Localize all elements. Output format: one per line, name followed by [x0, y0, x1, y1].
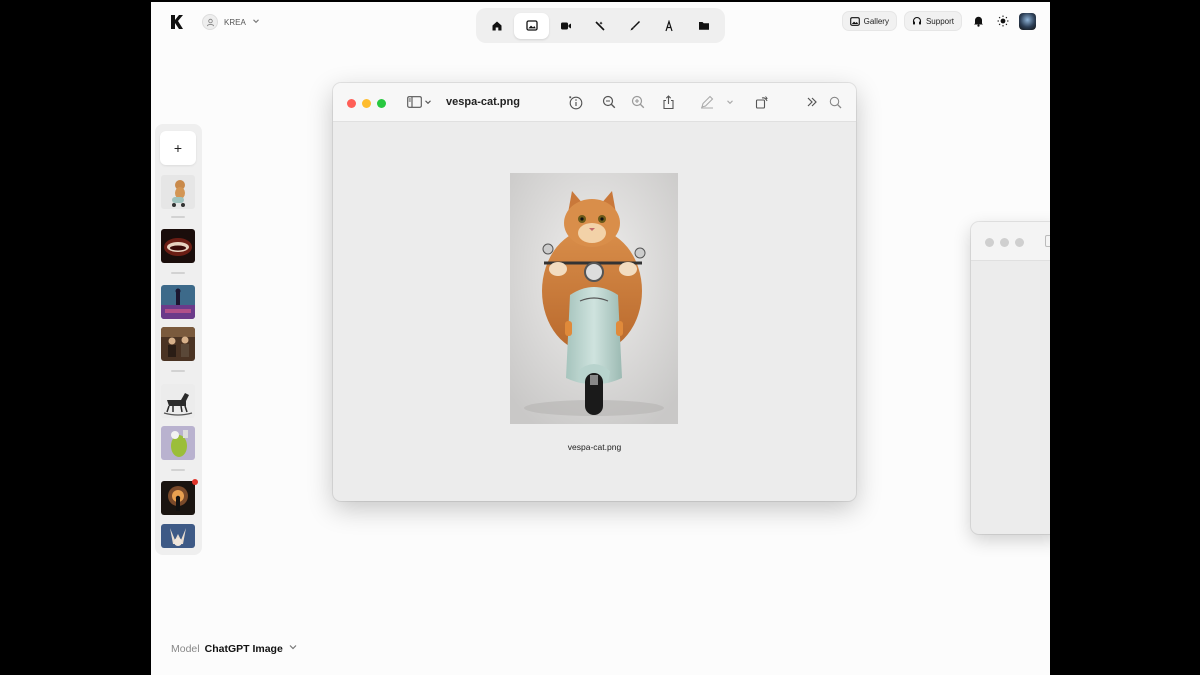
home-icon	[492, 21, 502, 30]
home-button[interactable]	[480, 13, 514, 39]
close-window-button[interactable]	[347, 99, 356, 108]
gallery-label: Gallery	[863, 16, 889, 26]
enhance-mode-button[interactable]	[583, 13, 617, 39]
preview-window: vespa-cat.png vespa-cat.png	[333, 83, 856, 501]
markup-options-chevron[interactable]	[725, 94, 735, 110]
separator	[171, 216, 185, 218]
sidebar-toggle-button[interactable]	[406, 94, 422, 110]
gallery-button[interactable]: Gallery	[841, 11, 897, 31]
sidebar-options-chevron[interactable]	[423, 94, 433, 110]
mode-toolbar	[476, 8, 725, 43]
chevron-down-icon	[288, 642, 298, 655]
sidebar-icon[interactable]	[1045, 235, 1050, 247]
rotate-button[interactable]	[754, 94, 770, 110]
folder-icon	[698, 22, 709, 30]
separator	[171, 272, 185, 274]
notifications-button[interactable]	[969, 12, 987, 30]
zoom-window-button[interactable]	[377, 99, 386, 108]
preview-filename: vespa-cat.png	[446, 96, 520, 108]
chevron-down-icon	[727, 100, 733, 105]
preview-titlebar: vespa-cat.png	[333, 83, 856, 122]
edit-mode-button[interactable]	[618, 13, 652, 39]
zoom-in-button[interactable]	[630, 94, 646, 110]
zoom-out-button[interactable]	[601, 94, 617, 110]
user-group-icon	[202, 14, 218, 30]
model-selector[interactable]: Model ChatGPT Image	[171, 642, 298, 655]
thumbnail-purple-landscape[interactable]	[161, 285, 195, 319]
chevrons-right-icon	[807, 97, 817, 107]
text-fonts-icon	[665, 19, 673, 31]
workspace-name: KREA	[224, 17, 246, 27]
bell-icon	[973, 16, 983, 27]
model-value: ChatGPT Image	[204, 642, 283, 655]
thumbnail-rocking-horse[interactable]	[161, 384, 195, 418]
krea-app: KREA Gallery Support + vespa-cat.png ves…	[151, 2, 1050, 675]
separator	[171, 469, 185, 471]
zoom-in-icon	[631, 95, 645, 109]
more-tools-button[interactable]	[804, 94, 820, 110]
close-window-button[interactable]	[985, 238, 994, 247]
share-icon	[662, 94, 674, 109]
chevron-down-icon	[252, 17, 260, 27]
new-generation-button[interactable]: +	[160, 131, 196, 165]
new-badge	[192, 479, 198, 485]
gallery-icon	[849, 16, 860, 26]
assets-button[interactable]	[687, 13, 721, 39]
support-label: Support	[925, 16, 954, 26]
thumbnail-green-figure[interactable]	[161, 426, 195, 460]
headset-icon	[912, 16, 922, 25]
workspace-selector[interactable]: KREA	[202, 12, 260, 32]
second-preview-window	[971, 222, 1050, 534]
minimize-window-button[interactable]	[362, 99, 371, 108]
preview-caption: vespa-cat.png	[567, 442, 622, 452]
search-icon	[829, 96, 841, 108]
header-actions: Gallery Support	[841, 11, 1036, 31]
thumbnail-eared-creature[interactable]	[161, 524, 195, 548]
history-sidebar: +	[155, 124, 202, 555]
thumbnail-cat-scooter[interactable]	[161, 175, 195, 209]
image-mode-button[interactable]	[514, 12, 549, 39]
theme-toggle-button[interactable]	[994, 12, 1012, 30]
markup-button[interactable]	[699, 94, 715, 110]
thumbnail-mouth[interactable]	[161, 229, 195, 263]
zoom-window-button[interactable]	[1015, 238, 1024, 247]
image-icon	[525, 20, 538, 31]
user-avatar[interactable]	[1019, 12, 1036, 30]
sun-icon	[997, 15, 1009, 27]
share-button[interactable]	[660, 94, 676, 110]
chevron-down-icon	[425, 100, 431, 105]
thumbnail-glowing-tunnel[interactable]	[161, 481, 195, 515]
video-camera-icon	[561, 22, 572, 29]
thumbnail-room-people[interactable]	[161, 327, 195, 361]
sidebar-icon	[406, 96, 422, 108]
pen-icon	[701, 95, 714, 109]
model-label: Model	[171, 642, 200, 655]
magic-wand-icon	[595, 20, 606, 31]
brush-icon	[630, 20, 640, 30]
rotate-icon	[755, 96, 768, 109]
video-mode-button[interactable]	[549, 13, 583, 39]
second-window-titlebar	[971, 222, 1050, 261]
separator	[171, 370, 185, 372]
krea-logo-icon[interactable]	[170, 14, 184, 30]
zoom-out-icon	[602, 95, 616, 109]
train-mode-button[interactable]	[652, 13, 686, 39]
support-button[interactable]: Support	[903, 11, 962, 31]
minimize-window-button[interactable]	[1000, 238, 1009, 247]
info-icon	[568, 95, 582, 109]
info-button[interactable]	[567, 94, 583, 110]
preview-image-cat-on-scooter	[510, 173, 678, 424]
search-button[interactable]	[827, 94, 843, 110]
